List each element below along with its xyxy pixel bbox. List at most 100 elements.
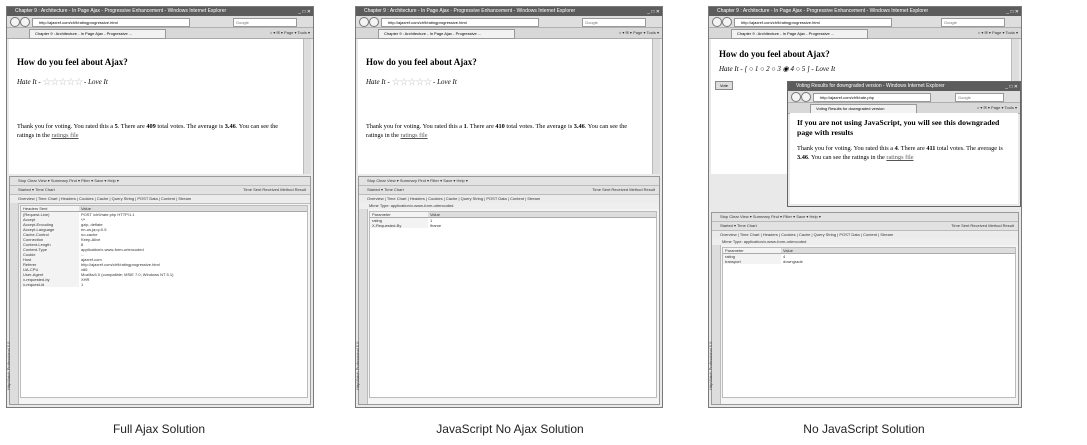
rating-widget: Hate It - ☆☆☆☆☆ - Love It <box>17 77 295 88</box>
window-title: Chapter 9 : Architecture - In Page Ajax … <box>717 8 929 14</box>
forward-button[interactable] <box>801 92 811 102</box>
popup-address-bar: http://ajaxref.com/ch9/rate.php Google <box>788 91 1020 103</box>
address-bar: http://ajaxref.com/ch9/ratingprogressive… <box>7 16 313 28</box>
window-title-bar: Chapter 9 : Architecture - In Page Ajax … <box>7 7 313 16</box>
tab-bar: Chapter 9 : Architecture - In Page Ajax … <box>7 28 313 39</box>
star-rating[interactable]: ☆☆☆☆☆ <box>42 77 83 88</box>
vote-count: 409 <box>146 123 156 130</box>
page-heading: How do you feel about Ajax? <box>366 57 477 67</box>
vote-count: 410 <box>495 123 505 130</box>
search-input[interactable]: Google <box>955 93 1004 102</box>
window-controls[interactable]: _ □ ✕ <box>647 8 660 16</box>
post-data-grid: Parameter Value rating 1 X-Requested-By ifr… <box>369 211 657 398</box>
command-bar[interactable]: ⌂ ▾ ✉ ▾ Page ▾ Tools ▾ <box>977 104 1017 112</box>
browser-tab[interactable]: Chapter 9 : Architecture - In Page Ajax … <box>731 29 868 39</box>
popup-content: If you are not using JavaScript, you wil… <box>790 113 1018 204</box>
page-content: How do you feel about Ajax? Hate It - ☆☆… <box>358 39 652 174</box>
average-value: 3.46 <box>573 123 585 130</box>
popup-heading: If you are not using JavaScript, you wil… <box>797 118 1000 137</box>
table-row: transport downgrade <box>723 259 803 264</box>
httpwatch-panel: Stop Clear View ▾ Summary Find ▾ Filter … <box>709 212 1019 405</box>
forward-button[interactable] <box>20 17 30 27</box>
window-controls[interactable]: _ □ ✕ <box>298 8 311 16</box>
results-popup-window: Voting Results for downgraded version - … <box>787 81 1021 207</box>
address-bar: http://ajaxref.com/ch9/ratingprogressive… <box>356 16 662 28</box>
httpwatch-panel: Stop Clear View ▾ Summary Find ▾ Filter … <box>7 176 311 405</box>
httpwatch-toolbar[interactable]: Stop Clear View ▾ Summary Find ▾ Filter … <box>359 177 659 186</box>
result-message: Thank you for voting. You rated this a 1… <box>366 123 628 139</box>
ratings-file-link[interactable]: ratings file <box>400 132 427 139</box>
url-input[interactable]: http://ajaxref.com/ch9/ratingprogressive… <box>381 18 539 27</box>
grid-header-value[interactable]: Value <box>79 206 307 211</box>
url-input[interactable]: http://ajaxref.com/ch9/ratingprogressive… <box>734 18 892 27</box>
ratings-file-link[interactable]: ratings file <box>51 132 78 139</box>
address-bar: http://ajaxref.com/ch9/ratingprogressive… <box>709 16 1021 28</box>
httpwatch-columns: Started ▾ Time Chart Time Sent Received M… <box>712 222 1018 231</box>
command-bar[interactable]: ⌂ ▾ ✉ ▾ Page ▾ Tools ▾ <box>270 29 310 37</box>
result-message: Thank you for voting. You rated this a 4… <box>797 145 1003 161</box>
httpwatch-columns: Started ▾ Time Chart Time Sent Received M… <box>359 186 659 195</box>
caption-full-ajax: Full Ajax Solution <box>112 422 206 436</box>
vertical-scrollbar[interactable] <box>303 39 311 174</box>
page-heading: How do you feel about Ajax? <box>719 49 830 59</box>
grid-header-value[interactable]: Value <box>428 212 656 217</box>
window-controls[interactable]: _ □ ✕ <box>1006 8 1019 16</box>
popup-title-bar: Voting Results for downgraded version - … <box>788 82 1020 91</box>
window-title-bar: Chapter 9 : Architecture - In Page Ajax … <box>356 7 662 16</box>
vote-count: 411 <box>926 145 936 152</box>
mime-type: Mime Type: application/x-www-form-urlenc… <box>712 239 1018 245</box>
result-message: Thank you for voting. You rated this a 5… <box>17 123 279 139</box>
love-label: - Love It <box>433 78 457 86</box>
side-label: HttpWatch Professional 5.0 <box>7 203 19 404</box>
tab-bar: Chapter 9 : Architecture - In Page Ajax … <box>356 28 662 39</box>
popup-url-input[interactable]: http://ajaxref.com/ch9/rate.php <box>813 93 931 102</box>
love-label: - Love It <box>84 78 108 86</box>
grid-header-name[interactable]: Headers Sent <box>21 206 79 211</box>
back-button[interactable] <box>359 17 369 27</box>
command-bar[interactable]: ⌂ ▾ ✉ ▾ Page ▾ Tools ▾ <box>978 29 1018 37</box>
httpwatch-panel: Stop Clear View ▾ Summary Find ▾ Filter … <box>356 176 660 405</box>
httpwatch-tabs[interactable]: Overview | Time Chart | Headers | Cookie… <box>10 195 310 204</box>
grid-header-value[interactable]: Value <box>781 248 1015 253</box>
star-rating[interactable]: ☆☆☆☆☆ <box>391 77 432 88</box>
search-input[interactable]: Google <box>582 18 646 27</box>
back-button[interactable] <box>712 17 722 27</box>
caption-no-javascript: No JavaScript Solution <box>803 422 925 436</box>
window-title: Chapter 9 : Architecture - In Page Ajax … <box>364 8 576 14</box>
httpwatch-toolbar[interactable]: Stop Clear View ▾ Summary Find ▾ Filter … <box>712 213 1018 222</box>
screenshot-javascript-no-ajax: Chapter 9 : Architecture - In Page Ajax … <box>355 6 663 408</box>
command-bar[interactable]: ⌂ ▾ ✉ ▾ Page ▾ Tools ▾ <box>619 29 659 37</box>
table-row: x-request-id 1 <box>21 282 84 287</box>
ratings-file-link[interactable]: ratings file <box>886 154 913 161</box>
search-input[interactable]: Google <box>233 18 297 27</box>
url-input[interactable]: http://ajaxref.com/ch9/ratingprogressive… <box>32 18 190 27</box>
rating-radio-group[interactable]: Hate It - [ ○ 1 ○ 2 ○ 3 ◉ 4 ○ 5 ] - Love… <box>719 65 1003 73</box>
page-content: How do you feel about Ajax? Hate It - ☆☆… <box>9 39 303 174</box>
vote-button[interactable]: Vote <box>715 81 733 90</box>
httpwatch-toolbar[interactable]: Stop Clear View ▾ Summary Find ▾ Filter … <box>10 177 310 186</box>
mime-type: Mime Type: application/x-www-form-urlenc… <box>359 203 659 209</box>
page-heading: How do you feel about Ajax? <box>17 57 128 67</box>
grid-header-name[interactable]: Parameter <box>370 212 428 217</box>
average-value: 3.46 <box>797 154 809 161</box>
vertical-scrollbar[interactable] <box>652 39 660 174</box>
window-title-bar: Chapter 9 : Architecture - In Page Ajax … <box>709 7 1021 16</box>
forward-button[interactable] <box>722 17 732 27</box>
post-data-grid: Parameter Value rating 4 transport downgrad… <box>722 247 1016 398</box>
httpwatch-columns: Started ▾ Time Chart Time Sent Received M… <box>10 186 310 195</box>
browser-tab[interactable]: Chapter 9 : Architecture - In Page Ajax … <box>378 29 515 39</box>
average-value: 3.46 <box>224 123 236 130</box>
forward-button[interactable] <box>369 17 379 27</box>
search-input[interactable]: Google <box>941 18 1005 27</box>
side-label: HttpWatch Professional 5.0 <box>356 209 368 404</box>
popup-title: Voting Results for downgraded version - … <box>796 83 945 89</box>
back-button[interactable] <box>791 92 801 102</box>
side-label: HttpWatch Professional 5.0 <box>709 245 721 404</box>
tab-bar: Chapter 9 : Architecture - In Page Ajax … <box>709 28 1021 39</box>
popup-window-controls[interactable]: _ □ ✕ <box>1005 83 1018 91</box>
browser-tab[interactable]: Chapter 9 : Architecture - In Page Ajax … <box>29 29 166 39</box>
back-button[interactable] <box>10 17 20 27</box>
rating-widget: Hate It - ☆☆☆☆☆ - Love It <box>366 77 644 88</box>
headers-grid: Headers Sent Value (Request-Line) POST /ch… <box>20 205 308 398</box>
grid-header-name[interactable]: Parameter <box>723 248 781 253</box>
